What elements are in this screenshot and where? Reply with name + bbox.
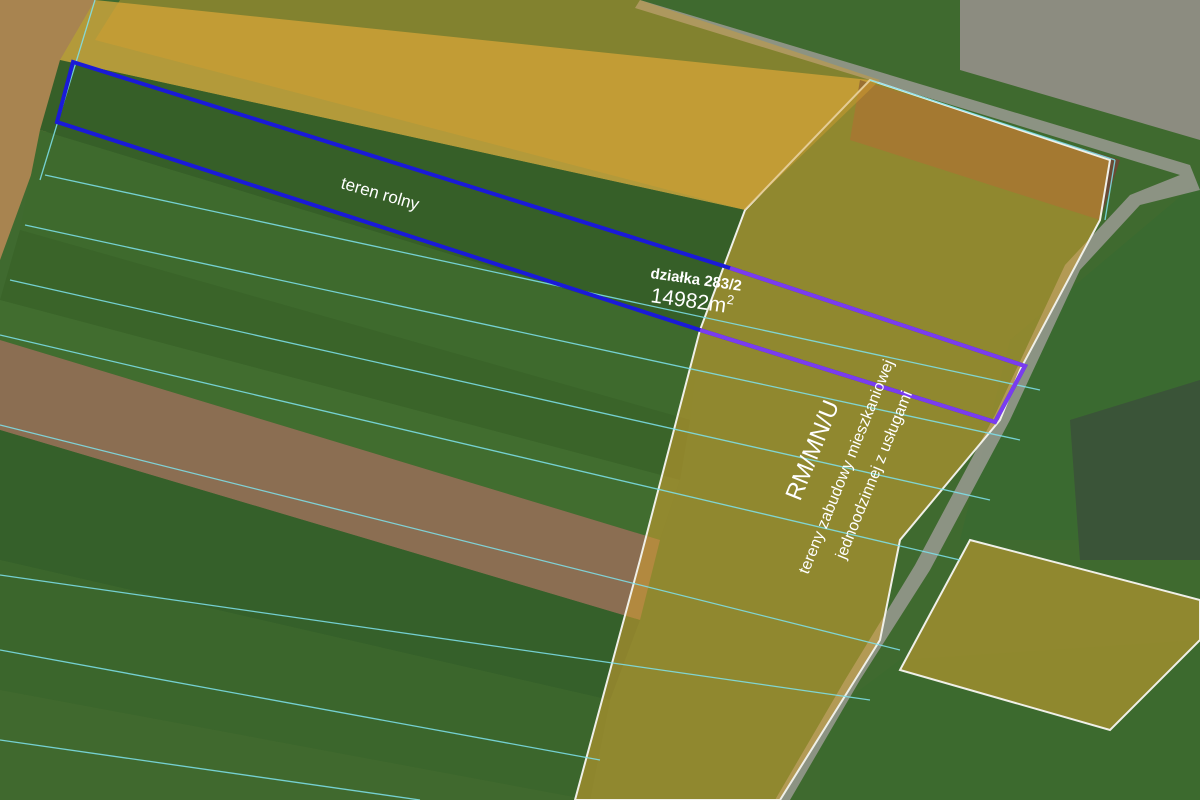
aerial-map: teren rolny działka 283/2 14982m2 RM/MN/… (0, 0, 1200, 800)
